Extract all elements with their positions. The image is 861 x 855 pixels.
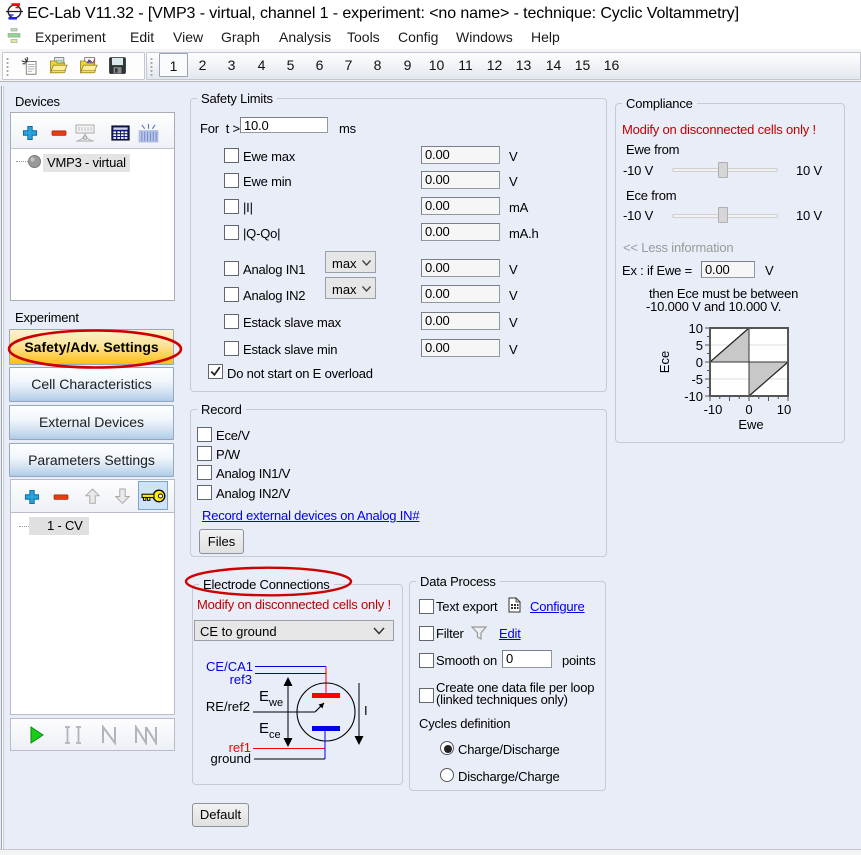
svg-text:E: E — [259, 720, 269, 737]
svg-text:5: 5 — [696, 338, 703, 353]
svg-text:-10: -10 — [704, 402, 723, 417]
svg-text:E: E — [259, 688, 269, 705]
svg-text:0: 0 — [696, 355, 703, 370]
svg-text:10: 10 — [689, 321, 703, 336]
svg-text:we: we — [268, 697, 283, 709]
svg-text:Ece: Ece — [657, 351, 672, 373]
svg-text:-10: -10 — [684, 389, 703, 404]
svg-text:Ewe: Ewe — [738, 417, 763, 432]
svg-text:I: I — [364, 703, 368, 718]
svg-text:ref3: ref3 — [230, 672, 252, 687]
svg-text:0: 0 — [745, 402, 752, 417]
svg-text:ce: ce — [269, 729, 281, 741]
svg-text:RE/ref2: RE/ref2 — [206, 699, 250, 714]
svg-text:ground: ground — [211, 751, 251, 766]
svg-text:-5: -5 — [691, 372, 703, 387]
svg-text:10: 10 — [777, 402, 791, 417]
